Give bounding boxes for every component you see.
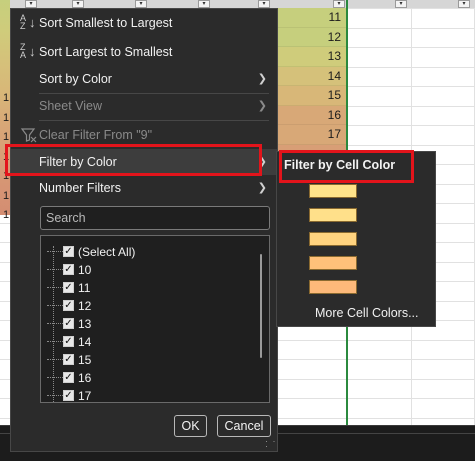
chevron-right-icon: ❯	[257, 100, 267, 112]
cell-value: 1	[3, 131, 10, 143]
cell-color-swatch[interactable]	[309, 256, 357, 270]
filter-by-color-item[interactable]: Filter by Color ❯	[11, 149, 277, 175]
filter-by-color-submenu: Filter by Cell Color More Cell Colors...	[276, 151, 436, 327]
list-item[interactable]: ✓ 16	[41, 369, 251, 387]
cell-value[interactable]: 11	[278, 8, 346, 28]
list-item-label: 15	[78, 353, 92, 367]
cell-color-swatch[interactable]	[309, 280, 357, 294]
cell-value: 1	[3, 209, 10, 221]
filter-clear-icon	[20, 126, 38, 144]
cell-value[interactable]: 12	[278, 27, 346, 47]
tree-connector	[47, 377, 63, 378]
checkbox-checked-icon[interactable]: ✓	[63, 354, 74, 365]
resize-grip-icon[interactable]: · · ·	[265, 437, 277, 451]
list-item[interactable]: ✓ (Select All)	[41, 243, 251, 261]
list-item-label: 14	[78, 335, 92, 349]
number-filters-item[interactable]: Number Filters ❯	[11, 175, 277, 201]
sheet-view-item: Sheet View ❯	[11, 93, 277, 119]
number-filters-label: Number Filters	[39, 181, 121, 195]
tree-connector	[47, 395, 63, 396]
tree-connector	[47, 341, 63, 342]
filter-dropdown-icon[interactable]: ▾	[25, 0, 37, 8]
list-item-label: 16	[78, 371, 92, 385]
cell-value: 1	[3, 189, 10, 202]
list-item-label: 10	[78, 263, 92, 277]
chevron-right-icon: ❯	[257, 156, 267, 168]
tree-connector	[47, 269, 63, 270]
checkbox-checked-icon[interactable]: ✓	[63, 300, 74, 311]
filter-values-list: ✓ (Select All) ✓ 10 ✓ 11 ✓ 12 ✓ 13 ✓ 14 ✓ 15 ✓ 16 ✓ 17	[40, 235, 270, 403]
filter-dropdown-icon[interactable]: ▾	[72, 0, 84, 8]
ok-button[interactable]: OK	[174, 415, 207, 437]
checkbox-checked-icon[interactable]: ✓	[63, 318, 74, 329]
more-cell-colors-item[interactable]: More Cell Colors...	[315, 306, 419, 320]
tree-connector	[47, 359, 63, 360]
filter-dropdown-icon[interactable]: ▾	[458, 0, 470, 8]
list-item-label: 13	[78, 317, 92, 331]
sort-ascending-item[interactable]: A Z ↓ Sort Smallest to Largest	[11, 10, 277, 36]
filter-dropdown-icon[interactable]: ▾	[395, 0, 407, 8]
list-item[interactable]: ✓ 14	[41, 333, 251, 351]
chevron-right-icon: ❯	[257, 73, 267, 85]
list-item[interactable]: ✓ 15	[41, 351, 251, 369]
clear-filter-label: Clear Filter From "9"	[39, 128, 153, 142]
cell-value: 1	[3, 111, 10, 124]
sort-descending-label: Sort Largest to Smallest	[39, 45, 173, 59]
list-item-label: (Select All)	[78, 245, 136, 259]
checkbox-checked-icon[interactable]: ✓	[63, 390, 74, 401]
list-item[interactable]: ✓ 11	[41, 279, 251, 297]
filter-by-color-label: Filter by Color	[39, 155, 117, 169]
list-item[interactable]: ✓ 13	[41, 315, 251, 333]
clear-filter-item: Clear Filter From "9"	[11, 122, 277, 148]
list-scrollbar[interactable]	[260, 254, 262, 358]
list-item-label: 12	[78, 299, 92, 313]
search-input[interactable]	[40, 206, 270, 230]
cancel-button[interactable]: Cancel	[217, 415, 271, 437]
checkbox-checked-icon[interactable]: ✓	[63, 372, 74, 383]
cell-value: 1	[3, 170, 10, 182]
checkbox-checked-icon[interactable]: ✓	[63, 282, 74, 293]
cell-value[interactable]: 17	[278, 125, 346, 145]
cell-value[interactable]: 14	[278, 66, 346, 86]
autofilter-menu: A Z ↓ Sort Smallest to Largest Z A ↓ Sort La…	[10, 8, 278, 452]
left-column-cells	[0, 0, 10, 215]
sort-by-color-item[interactable]: Sort by Color ❯	[11, 66, 277, 92]
cell-color-swatch[interactable]	[309, 184, 357, 198]
sort-ascending-label: Sort Smallest to Largest	[39, 16, 173, 30]
list-item[interactable]: ✓ 17	[41, 387, 251, 403]
tree-connector	[47, 287, 63, 288]
filter-dropdown-icon[interactable]: ▾	[258, 0, 270, 8]
list-item-label: 11	[78, 281, 91, 295]
submenu-title: Filter by Cell Color	[284, 158, 396, 172]
checkbox-checked-icon[interactable]: ✓	[63, 264, 74, 275]
filter-dropdown-icon[interactable]: ▾	[135, 0, 147, 8]
chevron-right-icon: ❯	[257, 182, 267, 194]
filter-dropdown-icon[interactable]: ▾	[198, 0, 210, 8]
tree-connector	[47, 251, 63, 252]
checkbox-checked-icon[interactable]: ✓	[63, 246, 74, 257]
cell-value[interactable]: 13	[278, 47, 346, 67]
sheet-view-label: Sheet View	[39, 99, 103, 113]
cell-value[interactable]: 16	[278, 105, 346, 125]
sort-ascending-icon: A Z ↓	[20, 13, 36, 31]
list-item[interactable]: ✓ 10	[41, 261, 251, 279]
sort-by-color-label: Sort by Color	[39, 72, 112, 86]
sort-descending-item[interactable]: Z A ↓ Sort Largest to Smallest	[11, 39, 277, 65]
cell-value: 1	[3, 150, 10, 163]
cell-value[interactable]: 15	[278, 86, 346, 106]
tree-connector	[47, 323, 63, 324]
cell-value: 1	[3, 92, 10, 104]
list-item-label: 17	[78, 389, 92, 403]
list-item[interactable]: ✓ 12	[41, 297, 251, 315]
sort-descending-icon: Z A ↓	[20, 42, 36, 60]
checkbox-checked-icon[interactable]: ✓	[63, 336, 74, 347]
menu-separator	[39, 120, 269, 121]
cell-color-swatch[interactable]	[309, 208, 357, 222]
tree-connector	[47, 305, 63, 306]
filter-dropdown-icon[interactable]: ▾	[333, 0, 345, 8]
cell-color-swatch[interactable]	[309, 232, 357, 246]
